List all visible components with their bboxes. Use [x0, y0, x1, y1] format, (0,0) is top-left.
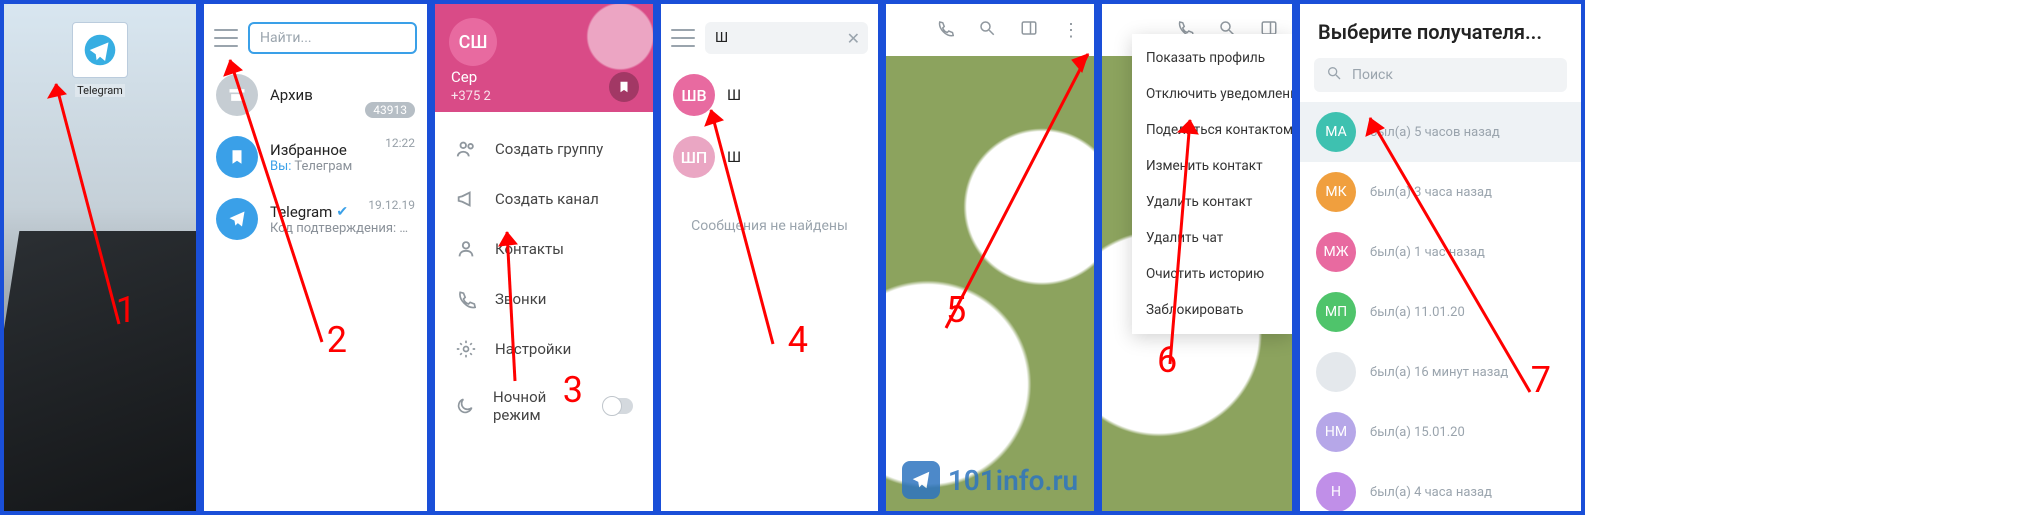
step-arrow [1110, 114, 1200, 374]
panel-context-menu: Показать профиль Отключить уведомления П… [1098, 0, 1296, 515]
saved-time: 12:22 [385, 136, 415, 150]
archive-badge: 43913 [365, 102, 415, 118]
contact-avatar: МА [1316, 112, 1356, 152]
menu-night-mode[interactable]: Ночной режим [435, 374, 653, 438]
contact-avatar: МЖ [1316, 232, 1356, 272]
step-arrow [222, 52, 332, 352]
verified-icon: ✔ [336, 204, 348, 220]
gear-icon [455, 338, 477, 360]
profile-name: Сер [451, 68, 477, 86]
step-number: 7 [1531, 359, 1551, 401]
drawer-header: СШ Сер +375 2 [435, 4, 653, 112]
picker-title: Выберите получателя... [1300, 4, 1581, 54]
moon-icon [455, 395, 475, 417]
sidebar-icon[interactable] [1020, 19, 1038, 42]
group-icon [455, 138, 477, 160]
step-number: 2 [327, 319, 347, 361]
contact-avatar: МК [1316, 172, 1356, 212]
contact-row[interactable]: Нбыл(а) 4 часа назад [1300, 462, 1581, 515]
telegram-icon [83, 33, 117, 67]
more-menu-icon[interactable]: ⋮ [1062, 20, 1080, 41]
profile-phone: +375 2 [451, 89, 491, 104]
step-arrow [495, 226, 535, 386]
contact-name: Ш [727, 86, 866, 104]
panel-desktop: Telegram 1 [0, 0, 200, 515]
drawer-menu: СШ Сер +375 2 Создать группу Создать кан… [435, 4, 653, 511]
picker-search[interactable]: Поиск [1314, 58, 1567, 92]
panel-chat-header: —☐✕ ⋮ 5 101info.ru [882, 0, 1098, 515]
panel-search-results: Ш✕ ШВ Ш ШП Ш Сообщения не найдены 4 [657, 0, 882, 515]
ctx-show-profile[interactable]: Показать профиль [1132, 40, 1292, 76]
menu-contacts[interactable]: Контакты [435, 224, 653, 274]
menu-create-channel[interactable]: Создать канал [435, 174, 653, 224]
profile-avatar[interactable]: СШ [449, 18, 497, 66]
saved-messages-button[interactable] [609, 72, 639, 102]
phone-icon [455, 288, 477, 310]
clear-icon[interactable]: ✕ [847, 29, 860, 48]
tg-time: 19.12.19 [368, 198, 415, 212]
contact-avatar [1316, 352, 1356, 392]
megaphone-icon [455, 188, 477, 210]
contact-status: был(а) 4 часа назад [1370, 485, 1565, 500]
step-number: 5 [946, 289, 966, 331]
menu-create-group[interactable]: Создать группу [435, 124, 653, 174]
person-icon [455, 238, 477, 260]
contact-avatar: МП [1316, 292, 1356, 332]
night-toggle[interactable] [603, 398, 633, 414]
step-number: 3 [563, 369, 583, 411]
step-number: 6 [1157, 339, 1177, 381]
contact-avatar: НМ [1316, 412, 1356, 452]
hamburger-menu-icon[interactable] [671, 29, 695, 47]
panel-chat-list: Найти... Архив 43913 Избранное Вы: Телег… [200, 0, 431, 515]
contact-status: был(а) 15.01.20 [1370, 425, 1565, 440]
ctx-mute[interactable]: Отключить уведомления [1132, 76, 1292, 112]
panel-recipient-picker: Выберите получателя... Поиск МАбыл(а) 5 … [1296, 0, 1585, 515]
step-arrow [703, 104, 783, 354]
search-input[interactable]: Ш✕ [705, 22, 868, 54]
search-input[interactable]: Найти... [248, 22, 417, 54]
menu-settings[interactable]: Настройки [435, 324, 653, 374]
step-number: 4 [788, 319, 808, 361]
call-icon[interactable] [936, 19, 954, 42]
panel-drawer: СШ Сер +375 2 Создать группу Создать кан… [431, 0, 657, 515]
search-icon[interactable] [978, 19, 996, 42]
watermark: 101info.ru [886, 461, 1094, 499]
menu-calls[interactable]: Звонки [435, 274, 653, 324]
contact-avatar: Н [1316, 472, 1356, 512]
hamburger-menu-icon[interactable] [214, 29, 238, 47]
watermark-logo-icon [902, 461, 940, 499]
search-icon [1326, 65, 1342, 85]
contact-row[interactable]: НМ был(а) 15.01.20 [1300, 402, 1581, 462]
telegram-shortcut[interactable] [72, 22, 128, 78]
step-number: 1 [116, 289, 136, 331]
step-arrow [1360, 112, 1540, 402]
